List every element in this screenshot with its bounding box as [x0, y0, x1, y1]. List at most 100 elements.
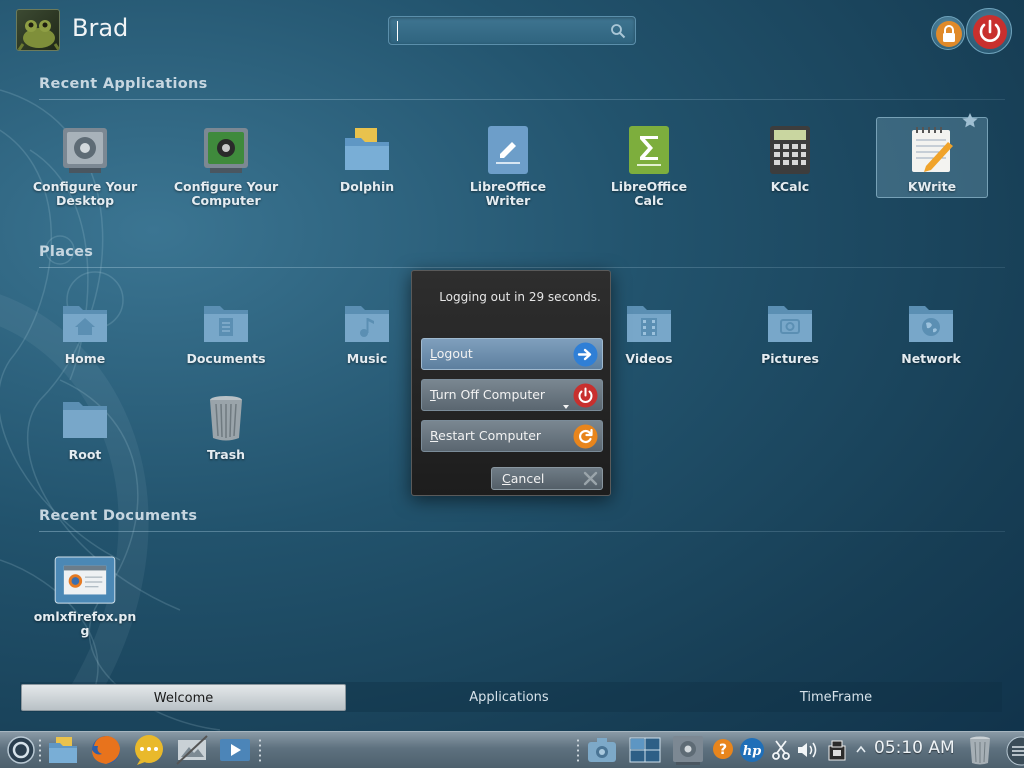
logout-countdown-message: Logging out in 29 seconds.	[439, 290, 601, 304]
taskbar-separator	[38, 738, 42, 764]
taskbar: ? hp 05:10 AM	[0, 731, 1024, 768]
firefox-icon[interactable]	[89, 734, 123, 766]
chat-messenger-icon[interactable]	[132, 734, 166, 766]
tab-timeframe[interactable]: TimeFrame	[672, 684, 1000, 711]
taskbar-separator	[258, 738, 262, 764]
frog-avatar-icon	[17, 20, 59, 50]
device-notifier-icon[interactable]	[826, 738, 848, 762]
desktop-settings-icon	[63, 128, 107, 173]
launcher-tabbar: Welcome Applications TimeFrame	[20, 682, 1002, 712]
app-libreoffice-writer[interactable]: LibreOffice Writer	[452, 124, 564, 208]
recent-documents-heading: Recent Documents	[39, 508, 198, 524]
place-label: Network	[901, 351, 961, 366]
place-label: Pictures	[761, 351, 819, 366]
trash-icon[interactable]	[963, 734, 997, 766]
kwrite-icon	[912, 127, 953, 172]
place-network[interactable]: Network	[875, 296, 987, 366]
app-label-line2: Calc	[634, 193, 664, 208]
search-box[interactable]	[388, 16, 636, 45]
app-label-line1: LibreOffice	[469, 179, 547, 194]
section-divider	[39, 99, 1005, 100]
user-avatar[interactable]	[16, 9, 60, 51]
place-home[interactable]: Home	[29, 296, 141, 366]
app-label-line2: Computer	[191, 193, 261, 208]
system-tray-expand-icon[interactable]	[856, 745, 866, 753]
lock-screen-button[interactable]	[931, 16, 965, 50]
restart-icon	[573, 424, 598, 449]
turn-off-label: urn Off Computer	[435, 387, 546, 402]
recent-applications-heading: Recent Applications	[39, 76, 208, 92]
computer-settings-icon	[204, 128, 248, 173]
app-label-line1: KCalc	[770, 179, 810, 194]
network-folder-icon	[909, 306, 953, 342]
section-divider	[39, 267, 1005, 268]
app-label-line1: LibreOffice	[610, 179, 688, 194]
media-player-icon[interactable]	[218, 734, 252, 766]
place-trash[interactable]: Trash	[170, 392, 282, 462]
logout-dialog: Logging out in 29 seconds. Logout Turn O…	[411, 270, 611, 496]
place-label: Music	[346, 351, 388, 366]
turn-off-computer-button[interactable]: Turn Off Computer	[421, 379, 603, 411]
documents-folder-icon	[204, 306, 248, 342]
help-icon[interactable]: ?	[712, 738, 734, 760]
digital-clock[interactable]: 05:10 AM	[874, 738, 955, 758]
desktop-pager-icon[interactable]	[628, 734, 662, 766]
cancel-label: ancel	[510, 471, 545, 486]
hp-printer-icon[interactable]: hp	[739, 737, 765, 763]
volume-icon[interactable]	[796, 739, 818, 761]
app-libreoffice-calc[interactable]: LibreOffice Calc	[593, 124, 705, 208]
clipboard-scissors-icon[interactable]	[771, 739, 791, 761]
app-kwrite[interactable]: KWrite	[876, 113, 988, 198]
writer-icon	[488, 126, 528, 174]
dolphin-folder-icon	[345, 128, 389, 170]
cancel-button[interactable]: Cancel	[491, 467, 603, 490]
camera-device-icon[interactable]	[585, 734, 619, 766]
root-folder-icon	[63, 402, 107, 438]
doc-label-line1: omlxfirefox.pn	[33, 609, 137, 624]
place-documents[interactable]: Documents	[170, 296, 282, 366]
tab-welcome[interactable]: Welcome	[21, 684, 346, 711]
restart-computer-button[interactable]: Restart Computer	[421, 420, 603, 452]
calculator-icon	[770, 126, 810, 174]
app-label-line1: Dolphin	[339, 179, 395, 194]
file-manager-icon[interactable]	[46, 734, 80, 766]
system-settings-icon[interactable]	[671, 734, 705, 766]
doc-label-line2: g	[80, 623, 90, 638]
launcher-menu-icon[interactable]	[4, 734, 38, 766]
svg-text:?: ?	[719, 742, 727, 758]
recent-doc-item[interactable]: omlxfirefox.pn g	[29, 556, 141, 638]
tab-applications[interactable]: Applications	[346, 684, 672, 711]
cancel-accel: C	[502, 471, 511, 486]
app-label-line1: KWrite	[907, 179, 957, 194]
calc-icon	[629, 126, 669, 174]
arrow-right-icon	[573, 342, 598, 367]
svg-text:hp: hp	[743, 744, 762, 759]
close-icon	[583, 471, 598, 486]
place-pictures[interactable]: Pictures	[734, 296, 846, 366]
restart-label: estart Computer	[438, 428, 542, 443]
restart-accel: R	[430, 428, 439, 443]
lock-icon	[936, 21, 962, 47]
app-kcalc[interactable]: KCalc	[734, 124, 846, 194]
app-configure-computer[interactable]: Configure Your Computer	[170, 124, 282, 208]
app-label-line1: Configure Your	[32, 179, 138, 194]
panel-toolbox-icon[interactable]	[1003, 736, 1024, 766]
app-dolphin[interactable]: Dolphin	[311, 124, 423, 194]
logout-label: ogout	[436, 346, 473, 361]
place-label: Home	[64, 351, 106, 366]
logout-button[interactable]: Logout	[421, 338, 603, 370]
app-configure-desktop[interactable]: Configure Your Desktop	[29, 124, 141, 208]
dropdown-arrow-icon[interactable]	[563, 405, 569, 409]
search-input[interactable]	[397, 21, 607, 41]
place-root[interactable]: Root	[29, 392, 141, 462]
place-label: Documents	[186, 351, 266, 366]
screenshot-tool-icon[interactable]	[175, 734, 209, 766]
leave-button[interactable]	[966, 8, 1012, 54]
place-label: Trash	[206, 447, 246, 462]
favorite-star-icon[interactable]	[961, 112, 979, 130]
user-name: Brad	[72, 14, 129, 42]
taskbar-separator	[576, 738, 580, 764]
logout-accel: L	[430, 346, 437, 361]
place-music[interactable]: Music	[311, 296, 423, 366]
places-heading: Places	[39, 244, 94, 260]
